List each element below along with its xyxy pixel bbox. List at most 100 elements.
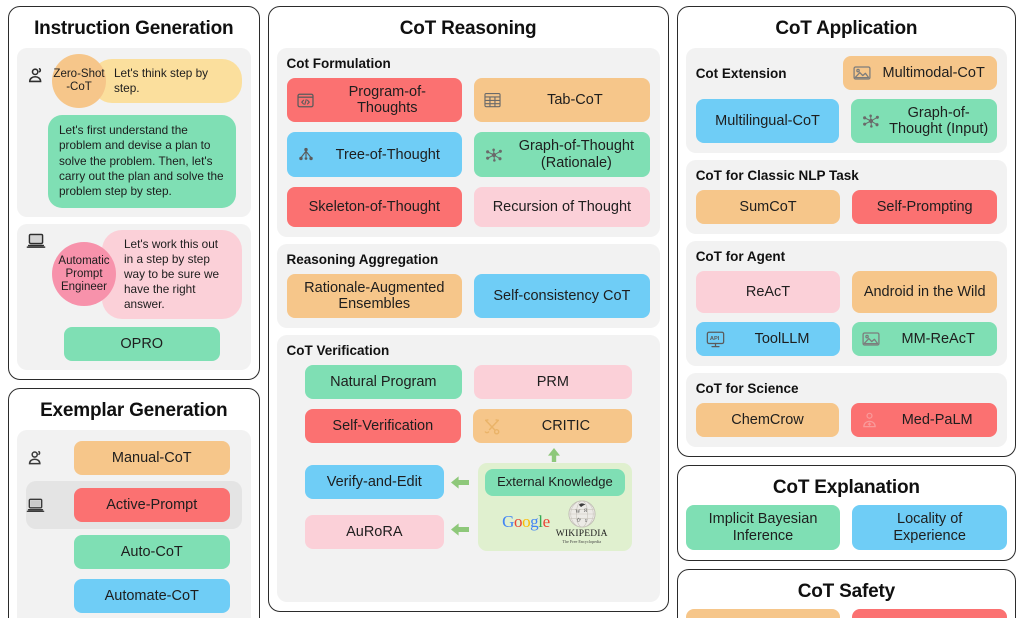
formulation-row-1: Program-of-Thoughts Tab-CoT bbox=[286, 78, 650, 123]
chip-graph-of-thought-input[interactable]: Graph-of-Thought (Input) bbox=[851, 99, 997, 144]
chip-mm-react[interactable]: MM-ReAcT bbox=[852, 322, 997, 357]
chip-tree-of-thought[interactable]: Tree-of-Thought bbox=[286, 132, 463, 177]
panel-exemplar-generation: Exemplar Generation Manual-CoT Active-Pr… bbox=[8, 388, 260, 618]
chip-auto-cot[interactable]: Auto-CoT bbox=[74, 535, 230, 570]
chip-rationale-augmented-ensembles[interactable]: Rationale-Augmented Ensembles bbox=[286, 273, 463, 319]
classic-nlp-row-1: SumCoT Self-Prompting bbox=[695, 190, 997, 225]
right-column: CoT Application Cot Extension Multimodal… bbox=[676, 6, 1016, 618]
chip-automate-cot[interactable]: Automate-CoT bbox=[74, 579, 230, 614]
api-monitor-icon: API bbox=[706, 331, 725, 348]
page-title-cot-explanation: CoT Explanation bbox=[772, 477, 920, 499]
group-cot-extension: Cot Extension Multimodal-CoT Multilingua… bbox=[685, 48, 1007, 154]
chip-self-consistency-cot[interactable]: Self-consistency CoT bbox=[474, 273, 650, 319]
group-machine-instruction: Automatic Prompt Engineer Let's work thi… bbox=[17, 223, 251, 371]
graph-nodes-icon bbox=[861, 113, 881, 129]
chip-opro[interactable]: OPRO bbox=[64, 327, 220, 362]
group-title-cot-science: CoT for Science bbox=[695, 381, 799, 397]
formulation-row-2: Tree-of-Thought Graph-of-Thought (Ration… bbox=[286, 132, 650, 177]
bubble-ape: Let's work this out in a step by step wa… bbox=[102, 229, 242, 320]
chip-active-prompt[interactable]: Active-Prompt bbox=[74, 488, 230, 523]
chip-aurora[interactable]: AuRoRA bbox=[304, 515, 445, 550]
diagram-root: Instruction Generation Zero-Shot -CoT Le… bbox=[0, 0, 1024, 618]
panel-cot-reasoning: CoT Reasoning Cot Formulation Program-of… bbox=[267, 6, 669, 612]
external-knowledge-sources: External Knowledge Google W Я か ע WIKIPE… bbox=[478, 463, 632, 552]
chip-natural-program[interactable]: Natural Program bbox=[304, 365, 463, 400]
group-title-cot-formulation: Cot Formulation bbox=[286, 56, 391, 71]
persona-zero-shot-cot: Zero-Shot -CoT bbox=[52, 54, 106, 108]
chip-locality-of-experience[interactable]: Locality of Experience bbox=[852, 505, 1007, 550]
exemplar-row-manual: Manual-CoT bbox=[26, 437, 242, 479]
arrow-left-icon bbox=[451, 523, 470, 536]
chip-med-palm[interactable]: Med-PaLM bbox=[851, 403, 997, 438]
chip-chemcrow[interactable]: ChemCrow bbox=[695, 403, 840, 438]
group-cot-science: CoT for Science ChemCrow Med-PaLM bbox=[685, 373, 1007, 448]
medical-icon bbox=[861, 412, 878, 428]
group-cot-verification: CoT Verification Natural Program PRM Sel… bbox=[276, 335, 660, 602]
wikipedia-wordmark: WIKIPEDIA bbox=[555, 529, 608, 540]
tree-icon bbox=[297, 147, 315, 162]
group-reasoning-aggregation: Reasoning Aggregation Rationale-Augmente… bbox=[276, 243, 660, 329]
external-knowledge-block: Verify-and-Edit AuRoRA External Knowledg… bbox=[287, 463, 650, 552]
group-cot-classic-nlp: CoT for Classic NLP Task SumCoT Self-Pro… bbox=[685, 160, 1007, 235]
agent-row-2: API ToolLLM MM-ReAcT bbox=[695, 322, 997, 357]
group-cot-agent: CoT for Agent ReAcT Android in the Wild bbox=[685, 241, 1007, 367]
chip-bias-and-toxicity[interactable]: Bias and Toxicity bbox=[852, 608, 1007, 618]
laptop-icon bbox=[26, 230, 52, 250]
chip-implicit-bayesian-inference[interactable]: Implicit Bayesian Inference bbox=[685, 505, 841, 550]
svg-text:Я: Я bbox=[584, 509, 587, 514]
chip-react[interactable]: ReAcT bbox=[695, 271, 841, 314]
image-icon bbox=[853, 65, 871, 81]
science-row-1: ChemCrow Med-PaLM bbox=[695, 403, 997, 438]
chip-recursion-of-thought[interactable]: Recursion of Thought bbox=[474, 186, 650, 227]
svg-text:W: W bbox=[575, 509, 580, 515]
chip-graph-of-thought-rationale[interactable]: Graph-of-Thought (Rationale) bbox=[474, 132, 650, 177]
chat-row-ape: Automatic Prompt Engineer Let's work thi… bbox=[26, 229, 242, 320]
verification-row-2: Self-Verification CRITIC bbox=[287, 409, 650, 444]
explanation-row: Implicit Bayesian Inference Locality of … bbox=[685, 505, 1007, 550]
graph-nodes-icon bbox=[484, 147, 504, 163]
code-window-icon bbox=[296, 93, 314, 108]
page-title-cot-safety: CoT Safety bbox=[797, 580, 895, 602]
chip-external-knowledge[interactable]: External Knowledge bbox=[485, 469, 625, 497]
chip-self-verification[interactable]: Self-Verification bbox=[304, 409, 462, 444]
page-title-cot-application: CoT Application bbox=[775, 18, 918, 39]
chip-skeleton-of-thought[interactable]: Skeleton-of-Thought bbox=[286, 186, 463, 227]
group-title-cot-classic-nlp: CoT for Classic NLP Task bbox=[695, 168, 859, 184]
group-title-cot-verification: CoT Verification bbox=[286, 343, 390, 359]
chip-android-in-the-wild[interactable]: Android in the Wild bbox=[852, 271, 997, 314]
group-human-instruction: Zero-Shot -CoT Let's think step by step.… bbox=[17, 48, 251, 217]
exemplar-row-automate: Automate-CoT bbox=[26, 575, 242, 617]
chip-self-prompting[interactable]: Self-Prompting bbox=[852, 190, 997, 225]
chip-manual-cot[interactable]: Manual-CoT bbox=[74, 441, 230, 476]
chip-sumcot[interactable]: SumCoT bbox=[695, 190, 841, 225]
chat-row-zero-shot: Zero-Shot -CoT Let's think step by step. bbox=[26, 54, 242, 108]
chip-program-of-thoughts[interactable]: Program-of-Thoughts bbox=[286, 78, 463, 123]
chip-faithful-cot[interactable]: Faithful CoT bbox=[685, 608, 841, 618]
panel-instruction-generation: Instruction Generation Zero-Shot -CoT Le… bbox=[8, 6, 260, 381]
wikipedia-tagline: The Free Encyclopedia bbox=[562, 539, 602, 545]
persona-automatic-prompt-engineer: Automatic Prompt Engineer bbox=[52, 242, 116, 307]
group-title-cot-extension: Cot Extension bbox=[695, 65, 787, 81]
chip-prm[interactable]: PRM bbox=[474, 365, 632, 400]
chip-multimodal-cot[interactable]: Multimodal-CoT bbox=[843, 56, 997, 90]
chip-multilingual-cot[interactable]: Multilingual-CoT bbox=[695, 99, 840, 144]
safety-row: Faithful CoT Bias and Toxicity bbox=[685, 608, 1007, 618]
svg-text:ע: ע bbox=[585, 518, 588, 524]
verification-row-1: Natural Program PRM bbox=[287, 365, 650, 400]
person-icon bbox=[26, 54, 52, 86]
chip-tab-cot[interactable]: Tab-CoT bbox=[474, 78, 650, 123]
group-title-reasoning-aggregation: Reasoning Aggregation bbox=[286, 251, 439, 267]
wikipedia-globe-icon: W Я か ע bbox=[568, 500, 596, 528]
chip-critic[interactable]: CRITIC bbox=[473, 409, 632, 444]
aggregation-row-1: Rationale-Augmented Ensembles Self-consi… bbox=[286, 273, 650, 319]
chip-verify-and-edit[interactable]: Verify-and-Edit bbox=[304, 465, 445, 500]
panel-cot-safety: CoT Safety Faithful CoT Bias and Toxicit… bbox=[676, 568, 1016, 618]
page-title-instruction-generation: Instruction Generation bbox=[34, 18, 234, 39]
chip-toolllm[interactable]: API ToolLLM bbox=[695, 322, 841, 357]
bubble-zero-shot-cot: Let's think step by step. bbox=[92, 58, 242, 104]
exemplar-row-auto: Auto-CoT bbox=[26, 531, 242, 573]
panel-cot-explanation: CoT Explanation Implicit Bayesian Infere… bbox=[676, 465, 1016, 561]
group-title-cot-agent: CoT for Agent bbox=[695, 249, 786, 265]
svg-text:API: API bbox=[710, 336, 720, 342]
panel-cot-application: CoT Application Cot Extension Multimodal… bbox=[676, 6, 1016, 458]
